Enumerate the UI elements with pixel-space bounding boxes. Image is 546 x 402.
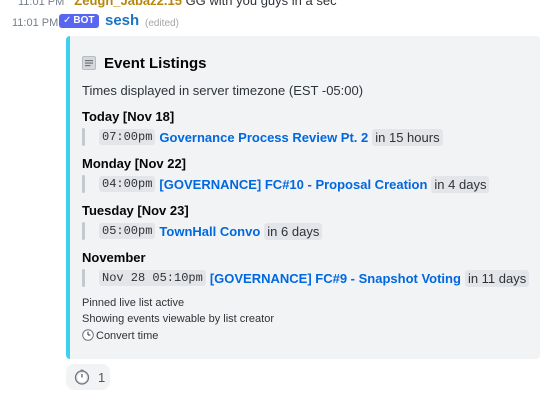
event-row: 04:00pm [GOVERNANCE] FC#10 - Proposal Cr…	[82, 174, 490, 194]
day-heading: Today [Nov 18]	[82, 109, 175, 124]
embed-accent-bar	[66, 36, 70, 359]
footer-pinned: Pinned live list active	[82, 297, 185, 309]
check-icon: ✓	[63, 15, 72, 26]
convert-time-label: Convert time	[96, 330, 159, 342]
day-heading: Tuesday [Nov 23]	[82, 203, 189, 218]
embed-title-text: Event Listings	[104, 54, 207, 72]
event-link[interactable]: Governance Process Review Pt. 2	[159, 130, 368, 145]
convert-time-link[interactable]: Convert time	[82, 329, 158, 342]
previous-message-time: 11:01 PM	[18, 0, 65, 8]
event-time: 04:00pm	[99, 176, 156, 192]
previous-message: 11:01 PM Zeugh_Jabaz2.15 GG with you guys…	[18, 0, 337, 8]
clock-icon	[82, 329, 94, 341]
event-row: 05:00pm TownHall Convo in 6 days	[82, 221, 323, 241]
previous-message-text: GG with you guys in a sec	[185, 0, 337, 8]
day-heading: November	[82, 250, 146, 265]
quote-bar	[82, 222, 85, 240]
embed-title: Event Listings	[82, 54, 207, 72]
day-heading: Monday [Nov 22]	[82, 156, 187, 171]
event-relative-time: in 4 days	[431, 175, 490, 193]
message-author[interactable]: sesh	[105, 12, 139, 29]
event-time: Nov 28 05:10pm	[99, 270, 206, 286]
bot-badge-label: BOT	[73, 15, 95, 26]
bot-badge: ✓ BOT	[59, 14, 99, 28]
event-relative-time: in 15 hours	[372, 128, 443, 146]
footer-visibility: Showing events viewable by list creator	[82, 313, 274, 325]
quote-bar	[82, 175, 85, 193]
reaction-button[interactable]: 1	[66, 364, 110, 390]
event-row: 07:00pm Governance Process Review Pt. 2 …	[82, 127, 443, 147]
event-time: 05:00pm	[99, 223, 156, 239]
event-embed: Event Listings Times displayed in server…	[66, 36, 540, 359]
event-time: 07:00pm	[99, 129, 156, 145]
event-relative-time: in 11 days	[464, 269, 530, 287]
event-link[interactable]: [GOVERNANCE] FC#9 - Snapshot Voting	[210, 271, 461, 286]
document-icon	[82, 56, 96, 70]
reaction-count: 1	[98, 369, 106, 385]
event-row: Nov 28 05:10pm [GOVERNANCE] FC#9 - Snaps…	[82, 268, 530, 288]
message-timestamp[interactable]: 11:01 PM	[12, 17, 58, 29]
timer-icon	[74, 369, 90, 385]
event-link[interactable]: TownHall Convo	[159, 224, 260, 239]
quote-bar	[82, 128, 85, 146]
event-link[interactable]: [GOVERNANCE] FC#10 - Proposal Creation	[159, 177, 427, 192]
edited-label: (edited)	[145, 18, 179, 29]
embed-description: Times displayed in server timezone (EST …	[82, 83, 364, 98]
quote-bar	[82, 269, 85, 287]
previous-message-author[interactable]: Zeugh_Jabaz2.15	[74, 0, 182, 8]
event-relative-time: in 6 days	[264, 222, 323, 240]
